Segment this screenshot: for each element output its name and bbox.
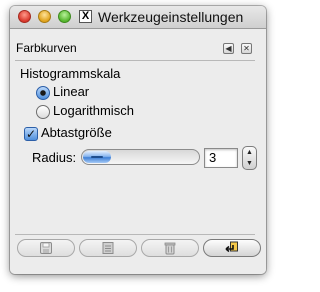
radius-input[interactable]: 3 [204, 148, 238, 168]
dock-content: Farbkurven ◀ ✕ Histogrammskala Linear Lo… [10, 29, 266, 274]
radius-slider[interactable] [81, 149, 200, 165]
dock-menu-icon[interactable]: ◀ [223, 43, 234, 54]
close-window-button[interactable] [18, 10, 31, 23]
stepper-up-icon[interactable]: ▲ [243, 147, 256, 158]
reset-options-button[interactable] [203, 239, 261, 257]
delete-options-button[interactable] [141, 239, 199, 257]
tool-options-window: X Werkzeugeinstellungen Farbkurven ◀ ✕ H… [10, 6, 266, 274]
radius-slider-fill[interactable] [83, 151, 111, 163]
zoom-window-button[interactable] [58, 10, 71, 23]
sample-size-checkbox[interactable]: ✓ [24, 127, 38, 141]
save-options-button[interactable] [17, 239, 75, 257]
minimize-window-button[interactable] [38, 10, 51, 23]
dock-close-icon[interactable]: ✕ [241, 43, 252, 54]
stepper-down-icon[interactable]: ▼ [243, 158, 256, 169]
radio-label-logarithmic: Logarithmisch [53, 103, 134, 118]
save-icon [40, 242, 52, 254]
titlebar[interactable]: X Werkzeugeinstellungen [10, 6, 266, 29]
radio-label-linear: Linear [53, 84, 90, 99]
radio-button-checked[interactable] [36, 86, 50, 100]
histogram-scale-label: Histogrammskala [20, 66, 121, 81]
radius-label: Radius: [32, 150, 77, 165]
dock-title: Farbkurven [16, 41, 77, 55]
radio-button-unchecked[interactable] [36, 105, 50, 119]
dock-header: Farbkurven ◀ ✕ [14, 39, 256, 59]
sample-size-label: Abtastgröße [41, 125, 112, 140]
delete-icon [164, 242, 176, 255]
restore-options-button[interactable] [79, 239, 137, 257]
restore-icon [102, 242, 114, 254]
separator [15, 234, 255, 235]
window-title: Werkzeugeinstellungen [98, 9, 244, 25]
radius-stepper[interactable]: ▲ ▼ [242, 146, 257, 170]
separator [15, 60, 255, 61]
reset-icon [225, 241, 238, 253]
x11-app-icon: X [79, 10, 92, 23]
